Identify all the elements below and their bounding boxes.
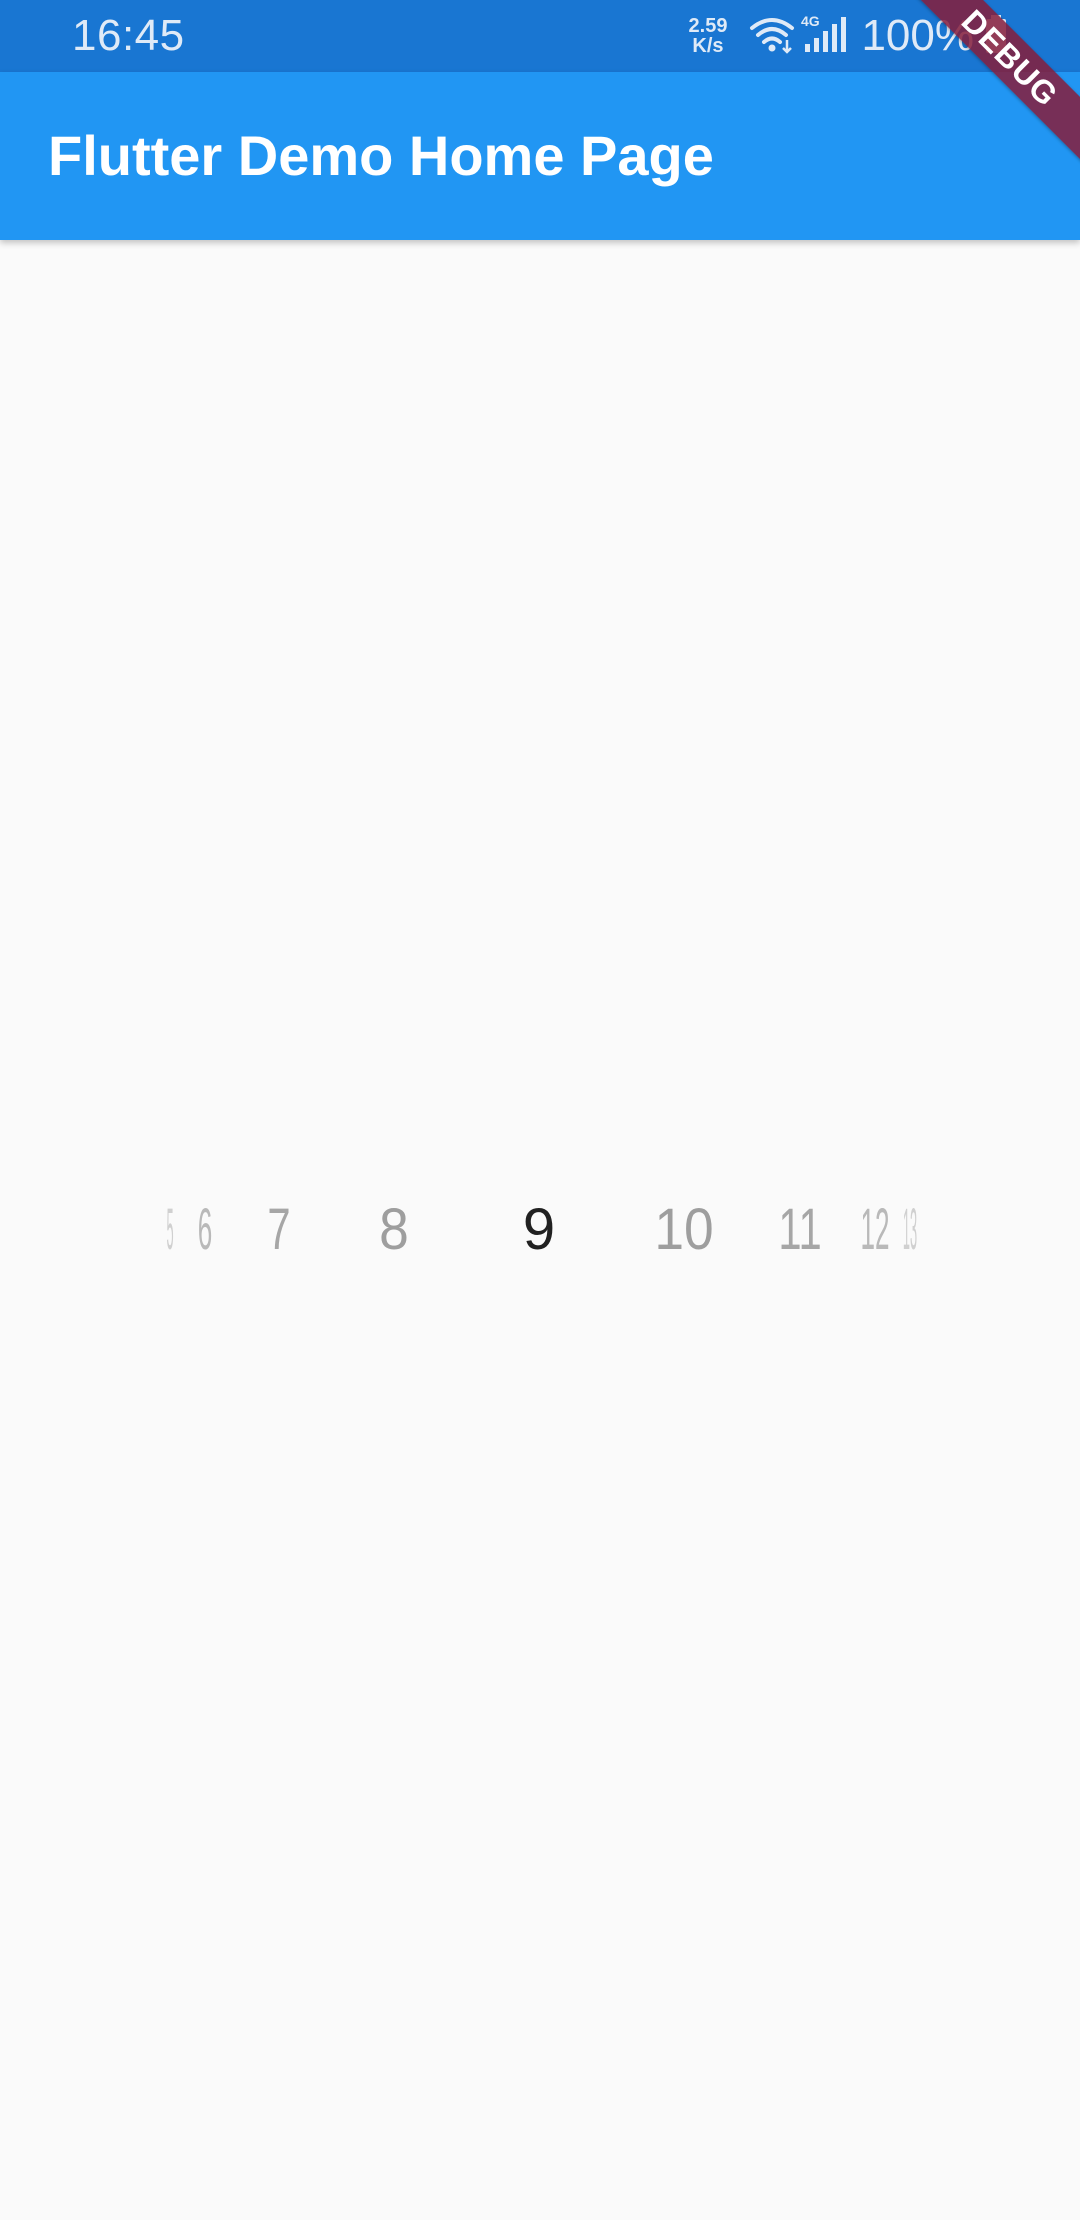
app-screen: 16:45 2.59 K/s 4G 100% Flutter Demo Home…	[0, 0, 1080, 2220]
picker-item[interactable]: 7	[229, 1170, 330, 1290]
picker-item[interactable]: 11	[750, 1170, 851, 1290]
wifi-icon	[749, 14, 795, 59]
status-bar: 16:45 2.59 K/s 4G 100%	[0, 0, 1080, 72]
network-speed-value: 2.59	[688, 15, 728, 37]
page-title: Flutter Demo Home Page	[48, 124, 714, 187]
signal-icon: 4G	[801, 13, 847, 59]
number-picker[interactable]: 5 6 7 8 9 10 11 12 13	[0, 1170, 1080, 1290]
picker-item[interactable]: 13	[895, 1170, 926, 1290]
picker-item[interactable]: 10	[620, 1170, 749, 1290]
picker-item-selected[interactable]: 9	[469, 1170, 609, 1290]
picker-item[interactable]: 8	[330, 1170, 459, 1290]
network-speed: 2.59 K/s	[689, 16, 728, 56]
status-time: 16:45	[72, 11, 185, 60]
picker-item[interactable]: 6	[174, 1170, 237, 1290]
network-speed-unit: K/s	[692, 35, 724, 57]
network-type-label: 4G	[801, 14, 820, 29]
app-bar: Flutter Demo Home Page	[0, 72, 1080, 240]
